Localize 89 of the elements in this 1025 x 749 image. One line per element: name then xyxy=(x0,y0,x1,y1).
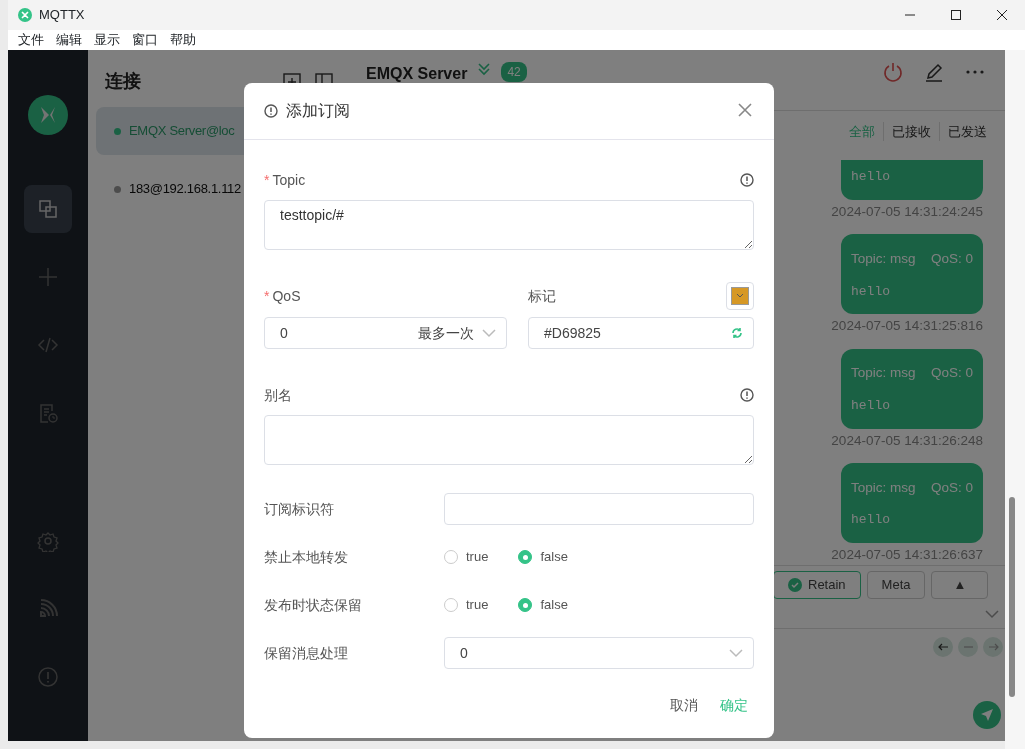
chevron-down-icon xyxy=(736,293,744,299)
qos-select[interactable]: 0 最多一次 xyxy=(264,317,507,349)
send-icon xyxy=(980,708,994,722)
count-badge: 42 xyxy=(501,62,527,82)
app-logo-icon xyxy=(28,95,68,135)
chevron-down-icon xyxy=(482,328,496,338)
field-label: * Topic xyxy=(264,170,306,190)
window-title: MQTTX xyxy=(39,6,85,25)
field-label: 别名 xyxy=(264,385,292,405)
connections-button[interactable] xyxy=(24,185,72,233)
radio-option[interactable]: true xyxy=(444,547,489,567)
radio-option[interactable]: false xyxy=(518,595,568,615)
message-qos: QoS: 0 xyxy=(930,250,973,269)
menu-item[interactable]: 窗口 xyxy=(126,30,164,50)
field-value: #D69825 xyxy=(544,323,601,343)
expand-button[interactable]: ▲ xyxy=(931,571,989,599)
subscription-id-field[interactable] xyxy=(444,493,754,525)
color-field[interactable]: #D69825 xyxy=(528,317,754,349)
info-icon xyxy=(264,104,278,118)
field-label: 发布时状态保留 xyxy=(264,595,363,615)
color-picker[interactable] xyxy=(726,282,754,310)
message-payload: hello xyxy=(851,168,891,187)
message-topic: Topic: msg xyxy=(851,250,916,269)
check-icon xyxy=(788,578,802,592)
message-qos: QoS: 0 xyxy=(930,478,973,497)
field-label: * QoS xyxy=(264,286,301,306)
radio-button[interactable] xyxy=(518,598,533,612)
message-time: 2024-07-05 14:31:26:637 xyxy=(831,545,983,564)
collapse-icon[interactable] xyxy=(477,62,492,76)
menu-item[interactable]: 帮助 xyxy=(164,30,202,50)
radio-option[interactable]: false xyxy=(518,547,568,567)
field-label: 订阅标识符 xyxy=(264,499,335,519)
plus-icon xyxy=(37,266,59,288)
scrollbar[interactable] xyxy=(1009,497,1015,697)
topic-field[interactable]: testtopic/# xyxy=(264,200,754,250)
forward-button[interactable] xyxy=(983,637,1003,657)
panel-title: 连接 xyxy=(104,70,141,93)
connections-icon xyxy=(37,198,59,220)
info-icon[interactable] xyxy=(740,388,754,402)
select-value: 0 xyxy=(280,323,288,343)
select-value: 0 xyxy=(460,643,468,663)
menu-item[interactable]: 编辑 xyxy=(50,30,88,50)
cancel-button[interactable]: 取消 xyxy=(664,693,704,718)
info-icon[interactable] xyxy=(740,173,754,187)
retain-handling-select[interactable]: 0 xyxy=(444,637,754,669)
document-clock-icon xyxy=(37,402,59,424)
back-icon xyxy=(937,642,949,652)
app-logo-icon xyxy=(18,8,32,22)
close-icon xyxy=(738,103,752,117)
message-qos: QoS: 0 xyxy=(930,364,973,383)
back-button[interactable] xyxy=(933,637,953,657)
menu-item[interactable]: 文件 xyxy=(12,30,50,50)
message-topic: Topic: msg xyxy=(851,478,916,497)
field-label: 禁止本地转发 xyxy=(264,547,349,567)
required-mark: * xyxy=(264,171,270,188)
feed-icon xyxy=(37,598,59,620)
forward-icon xyxy=(987,642,999,652)
select-hint: 最多一次 xyxy=(418,323,474,343)
connection-title: EMQX Server xyxy=(366,64,468,84)
close-button[interactable] xyxy=(738,103,754,119)
alias-field[interactable] xyxy=(264,415,754,465)
power-icon[interactable] xyxy=(883,62,903,82)
message-time: 2024-07-05 14:31:25:816 xyxy=(831,317,983,336)
chevron-down-icon xyxy=(729,648,743,658)
field-label: 保留消息处理 xyxy=(264,643,349,663)
info-icon xyxy=(37,666,59,688)
refresh-icon[interactable] xyxy=(731,327,743,339)
edit-icon[interactable] xyxy=(924,62,944,82)
chevron-down-icon[interactable] xyxy=(985,608,999,619)
message-time: 2024-07-05 14:31:26:248 xyxy=(831,431,983,450)
message-payload: hello xyxy=(851,396,891,415)
filter-tab[interactable]: 已接收 xyxy=(883,121,939,142)
settings-icon xyxy=(37,530,59,552)
minus-button[interactable] xyxy=(958,637,978,657)
message-time: 2024-07-05 14:31:24:245 xyxy=(831,203,983,221)
required-mark: * xyxy=(264,287,270,304)
retain-button[interactable]: Retain xyxy=(773,571,861,599)
close-icon[interactable] xyxy=(996,9,1008,21)
maximize-icon[interactable] xyxy=(950,9,962,21)
filter-tab[interactable]: 已发送 xyxy=(939,121,995,142)
meta-button[interactable]: Meta xyxy=(866,571,926,599)
message-payload: hello xyxy=(851,282,891,301)
send-button[interactable] xyxy=(973,701,1001,729)
radio-option[interactable]: true xyxy=(444,595,489,615)
radio-button[interactable] xyxy=(518,550,533,564)
message-topic: Topic: msg xyxy=(851,364,916,383)
message-payload: hello xyxy=(851,511,891,529)
field-label: 标记 xyxy=(528,286,556,306)
menu-item[interactable]: 显示 xyxy=(88,30,126,50)
